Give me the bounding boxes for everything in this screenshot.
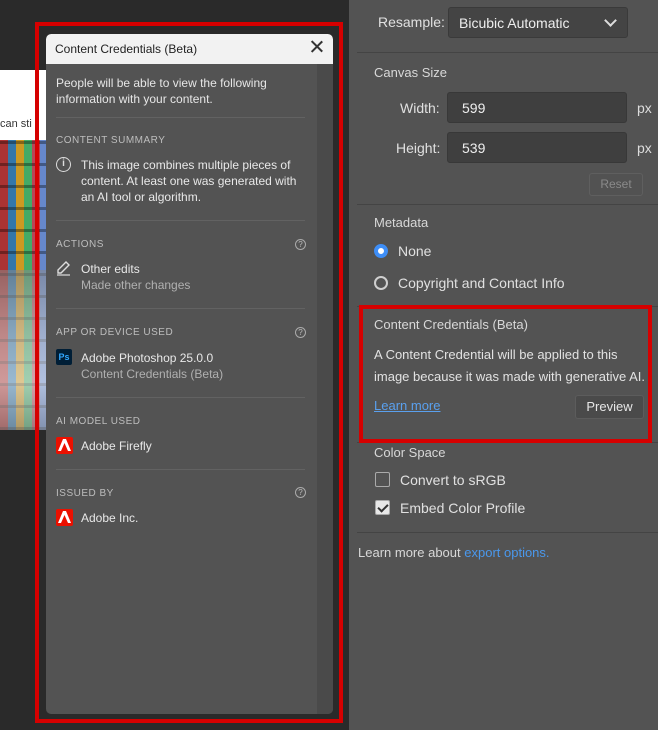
content-credentials-popup: Content Credentials (Beta) People will b… (46, 34, 333, 714)
image-caption-fragment: can sti (0, 118, 32, 130)
ai-model-heading: AI MODEL USED (56, 416, 141, 427)
divider (56, 469, 305, 470)
adobe-icon (56, 509, 73, 526)
export-options-footer: Learn more about export options. (358, 545, 550, 560)
actions-sub: Made other changes (81, 278, 191, 292)
preview-button[interactable]: Preview (575, 395, 644, 419)
help-icon[interactable]: ? (295, 487, 306, 498)
footer-prefix: Learn more about (358, 545, 461, 560)
metadata-copyright-label[interactable]: Copyright and Contact Info (398, 275, 565, 291)
resample-value: Bicubic Automatic (459, 15, 570, 31)
info-icon: i (56, 157, 71, 172)
metadata-none-radio[interactable] (374, 244, 388, 258)
convert-srgb-checkbox[interactable] (375, 472, 390, 487)
actions-item: Other edits (81, 262, 140, 276)
reset-button[interactable]: Reset (589, 173, 643, 196)
learn-more-link[interactable]: Learn more (374, 398, 440, 413)
app-used-item: Adobe Photoshop 25.0.0 (81, 351, 214, 365)
embed-color-profile-checkbox[interactable] (375, 500, 390, 515)
popup-header: Content Credentials (Beta) (46, 34, 333, 64)
width-unit: px (637, 100, 652, 116)
divider (357, 52, 658, 53)
issued-by-heading: ISSUED BY (56, 488, 114, 499)
ai-model-item: Adobe Firefly (81, 439, 152, 453)
canvas-size-title: Canvas Size (374, 65, 447, 80)
content-summary-heading: CONTENT SUMMARY (56, 135, 166, 146)
export-options-link[interactable]: export options. (464, 545, 549, 560)
popup-intro: People will be able to view the followin… (56, 76, 267, 106)
resample-select[interactable]: Bicubic Automatic (448, 7, 628, 38)
popup-scrollbar[interactable] (317, 64, 333, 714)
photoshop-icon: Ps (56, 349, 72, 365)
divider (56, 308, 305, 309)
convert-srgb-label[interactable]: Convert to sRGB (400, 472, 506, 488)
width-input[interactable]: 599 (447, 92, 627, 123)
divider (357, 204, 658, 205)
divider (357, 532, 658, 533)
content-credentials-description: A Content Credential will be applied to … (374, 347, 645, 384)
metadata-copyright-radio[interactable] (374, 276, 388, 290)
color-space-title: Color Space (374, 445, 446, 460)
content-credentials-title: Content Credentials (Beta) (374, 317, 528, 332)
help-icon[interactable]: ? (295, 239, 306, 250)
app-used-sub: Content Credentials (Beta) (81, 367, 224, 381)
help-icon[interactable]: ? (295, 327, 306, 338)
chevron-down-icon (604, 14, 617, 27)
metadata-title: Metadata (374, 215, 429, 230)
issued-by-item: Adobe Inc. (81, 511, 139, 525)
width-label: Width: (400, 100, 440, 116)
divider (357, 306, 658, 307)
divider (357, 442, 658, 443)
app-used-heading: APP OR DEVICE USED (56, 327, 174, 338)
metadata-none-label[interactable]: None (398, 243, 431, 259)
document-image: can sti (0, 70, 52, 430)
close-icon[interactable] (309, 39, 325, 55)
popup-title: Content Credentials (Beta) (55, 42, 198, 56)
height-unit: px (637, 140, 652, 156)
divider (56, 397, 305, 398)
height-input[interactable]: 539 (447, 132, 627, 163)
divider (56, 220, 305, 221)
photo-lower (0, 270, 52, 430)
edit-icon (56, 260, 72, 276)
content-summary-text: This image combines multiple pieces of c… (81, 158, 297, 204)
divider (56, 117, 305, 118)
resample-label: Resample: (378, 14, 445, 30)
actions-heading: ACTIONS (56, 239, 104, 250)
embed-color-profile-label[interactable]: Embed Color Profile (400, 500, 525, 516)
height-label: Height: (396, 140, 441, 156)
adobe-firefly-icon (56, 437, 73, 454)
